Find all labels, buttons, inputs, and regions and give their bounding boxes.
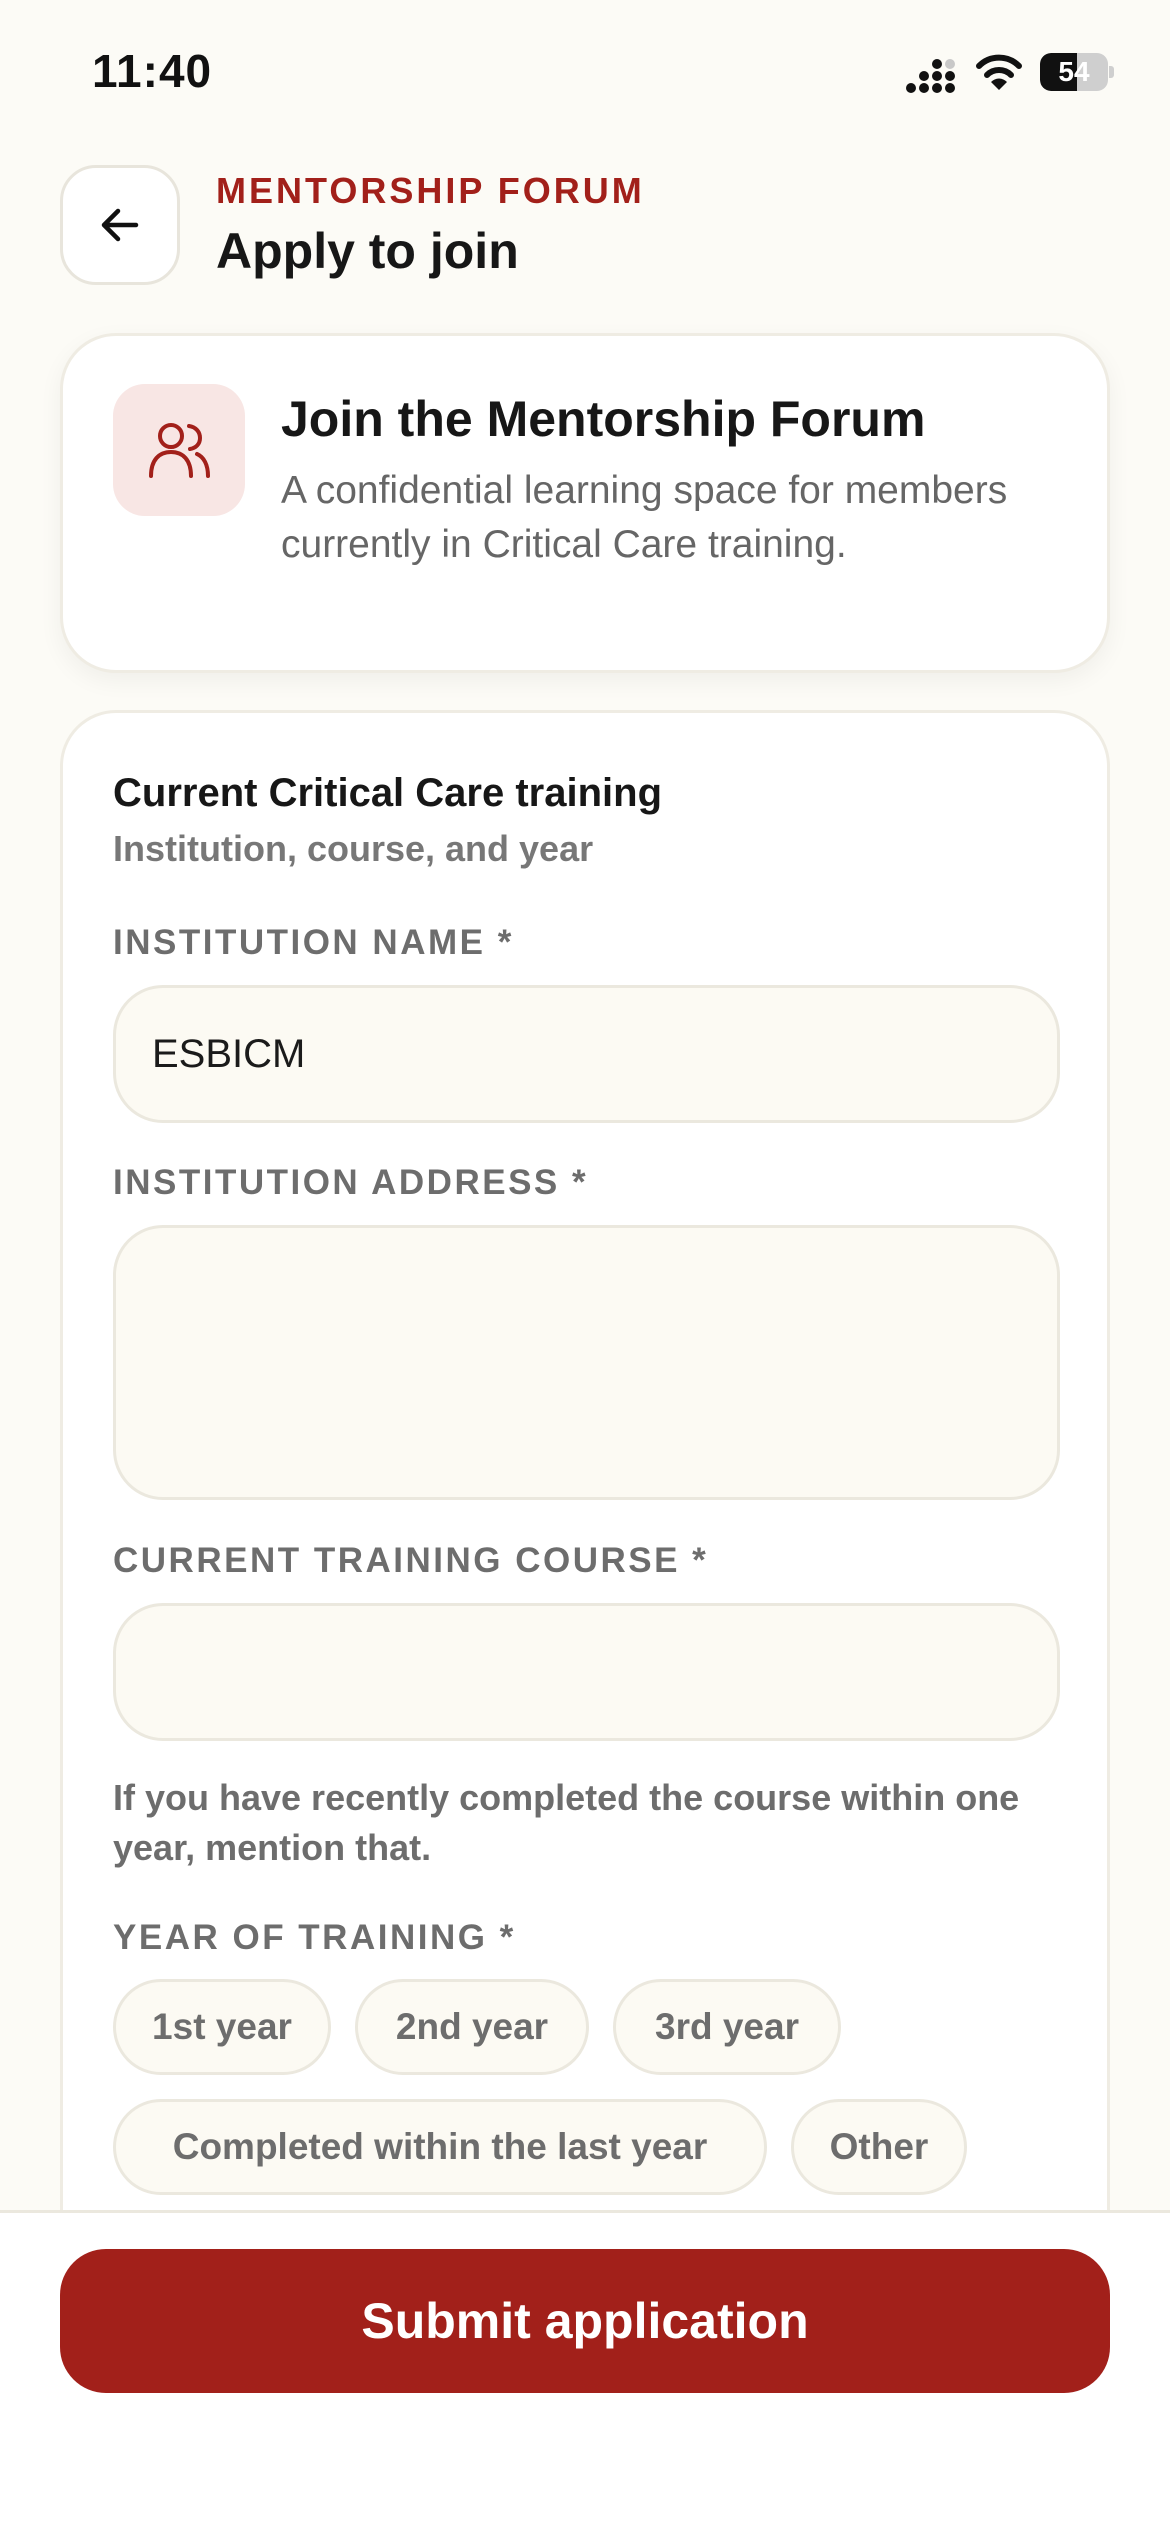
back-button[interactable] [60,165,180,285]
bottom-action-bar: Submit application [0,2210,1170,2532]
institution-address-label: INSTITUTION ADDRESS * [113,1163,589,1202]
submit-application-button[interactable]: Submit application [60,2249,1110,2393]
intro-card: Join the Mentorship Forum A confidential… [60,333,1110,673]
training-course-input[interactable] [113,1603,1060,1741]
apply-page: 11:40 54 MENTORSHIP FORUM Apply to join … [0,0,1170,2532]
year-option-3rd[interactable]: 3rd year [613,1979,841,2075]
users-icon [149,423,210,478]
section-subtitle: Institution, course, and year [113,828,594,869]
year-option-other[interactable]: Other [791,2099,967,2195]
helper-text: If you have recently completed the cours… [113,1777,1020,1868]
section-title: Current Critical Care training [113,771,663,815]
year-option-1st[interactable]: 1st year [113,1979,331,2075]
arrow-left-icon [101,208,139,242]
intro-icon-container [113,384,245,516]
intro-title: Join the Mentorship Forum [281,391,926,447]
year-option-2nd[interactable]: 2nd year [355,1979,589,2075]
page-title: Apply to join [216,223,519,279]
status-time: 11:40 [92,45,213,97]
training-course-label: CURRENT TRAINING COURSE * [113,1541,709,1580]
wifi-icon [976,54,1022,90]
institution-address-input[interactable] [113,1225,1060,1500]
year-option-completed[interactable]: Completed within the last year [113,2099,767,2195]
year-of-training-label: YEAR OF TRAINING * [113,1918,516,1957]
institution-name-input[interactable] [113,985,1060,1123]
battery-level: 54 [1058,56,1090,87]
cellular-signal-icon [906,59,955,93]
header-eyebrow: MENTORSHIP FORUM [216,170,645,211]
institution-name-label: INSTITUTION NAME * [113,923,514,962]
battery-icon: 54 [1040,53,1114,91]
intro-description: A confidential learning space for member… [281,469,1008,566]
status-bar: 11:40 54 [0,0,1170,150]
